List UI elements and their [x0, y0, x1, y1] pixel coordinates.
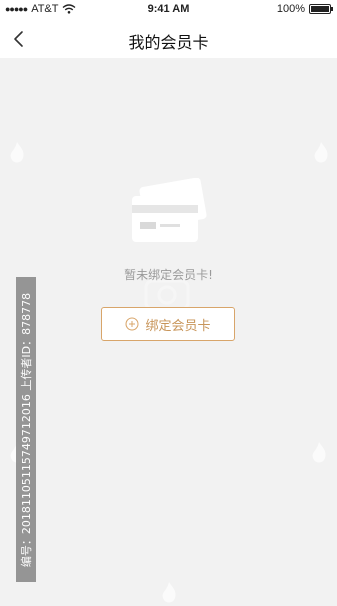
watermark-flame-icon	[314, 142, 328, 163]
page-title: 我的会员卡	[128, 33, 209, 52]
empty-state-message: 暂未绑定会员卡!	[124, 268, 213, 282]
watermark-flame-icon	[10, 142, 24, 163]
battery-percent: 100%	[276, 3, 305, 15]
watermark-strip: 编号：20181105115749712016 上传者ID：878778	[16, 277, 36, 582]
battery-icon	[309, 4, 333, 14]
cards-icon	[132, 178, 207, 242]
bind-card-label: 绑定会员卡	[145, 318, 211, 334]
status-right: 100%	[276, 3, 333, 15]
nav-bar: 我的会员卡	[0, 20, 337, 58]
watermark-flame-icon	[312, 442, 326, 463]
watermark-text: 编号：20181105115749712016 上传者ID：878778	[20, 292, 33, 567]
status-bar: ●●●●● AT&T 9:41 AM 100%	[0, 0, 337, 20]
watermark-flame-icon	[162, 582, 176, 603]
plus-circle-icon	[125, 317, 139, 331]
bind-card-button[interactable]: 绑定会员卡	[101, 307, 235, 341]
